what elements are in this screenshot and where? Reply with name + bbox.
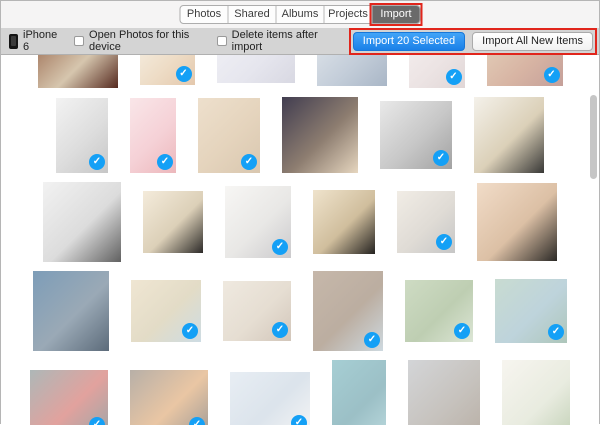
delete-after-import-checkbox[interactable]: [217, 36, 227, 46]
photo-movie-screen[interactable]: ✓: [223, 281, 291, 341]
photo-warm-lights[interactable]: ✓: [140, 55, 195, 85]
photo-couple-seaside[interactable]: [33, 271, 109, 351]
photo-image: [313, 190, 375, 254]
photo-image: [408, 360, 480, 425]
photo-image: [217, 55, 295, 83]
photo-big-ben[interactable]: ✓: [408, 360, 480, 425]
photo-cat-and-feet[interactable]: [477, 183, 557, 261]
photo-food-plates[interactable]: ✓: [313, 271, 383, 351]
device-name: iPhone 6: [23, 29, 64, 53]
photo-mountain-couple[interactable]: ✓: [495, 279, 567, 343]
photo-row: ✓✓: [1, 182, 599, 262]
photo-city-diptych[interactable]: ✓: [230, 372, 310, 425]
photo-image: [282, 97, 358, 173]
selected-check-icon: ✓: [182, 323, 198, 339]
selected-check-icon: ✓: [454, 323, 470, 339]
selected-check-icon: ✓: [241, 154, 257, 170]
photo-red-phone-booths[interactable]: ✓: [30, 370, 108, 425]
selected-check-icon: ✓: [157, 154, 173, 170]
import-toolbar: iPhone 6 Open Photos for this device Del…: [1, 28, 599, 55]
selected-check-icon: ✓: [544, 67, 560, 83]
photo-pink-artwork[interactable]: ✓: [130, 98, 176, 173]
iphone-icon: [9, 34, 18, 49]
photo-row: ✓ ✓ ✓ ✓: [1, 97, 599, 173]
photo-snow-field[interactable]: [317, 55, 387, 86]
import-all-button[interactable]: Import All New Items: [472, 32, 593, 51]
open-photos-label: Open Photos for this device: [89, 29, 217, 53]
open-photos-checkbox[interactable]: [74, 36, 84, 46]
delete-after-import-label: Delete items after import: [232, 29, 345, 53]
photo-bungee-jump[interactable]: ✓: [332, 360, 386, 425]
photo-cat-standing[interactable]: [474, 97, 544, 173]
photo-grid: ✓✓✓✓✓✓✓✓✓✓✓✓✓✓✓✓✓✓✓✓: [1, 55, 599, 425]
photo-image: [33, 271, 109, 351]
annotation-import-buttons: Import 20 Selected Import All New Items: [349, 28, 597, 55]
photo-image: [502, 360, 570, 425]
photo-forest-road[interactable]: ✓: [405, 280, 473, 342]
photo-city-bus[interactable]: ✓: [487, 55, 563, 86]
photo-image: [474, 97, 544, 173]
photo-bed-frame[interactable]: [43, 182, 121, 262]
photo-bw-winter-tree[interactable]: ✓: [56, 98, 108, 173]
selected-check-icon: ✓: [89, 154, 105, 170]
photo-row: ✓ ✓ ✓: [1, 55, 599, 88]
selected-check-icon: ✓: [436, 234, 452, 250]
photo-two-cats[interactable]: ✓: [397, 191, 455, 253]
tab-albums[interactable]: Albums: [277, 6, 325, 23]
photo-overexposed[interactable]: [217, 55, 295, 83]
photo-cats-on-floor[interactable]: ✓: [198, 98, 260, 173]
photo-winter-trees[interactable]: ✓: [409, 55, 465, 88]
tab-import-label: Import: [380, 8, 411, 20]
tab-projects[interactable]: Projects: [325, 6, 373, 23]
photo-cat-in-blanket[interactable]: [282, 97, 358, 173]
photo-camping-tent[interactable]: ✓: [130, 370, 208, 425]
photo-image: [317, 55, 387, 86]
tab-bar: Photos Shared Albums Projects Import: [1, 1, 599, 28]
tab-photos[interactable]: Photos: [181, 6, 229, 23]
selected-check-icon: ✓: [272, 239, 288, 255]
photo-storefront[interactable]: [38, 55, 118, 88]
tab-shared[interactable]: Shared: [229, 6, 277, 23]
photo-row: ✓ ✓ ✓ ✓ ✓: [1, 271, 599, 351]
photo-black-cat-face[interactable]: ✓: [380, 101, 452, 169]
scrollbar-thumb[interactable]: [590, 95, 597, 179]
photo-row: ✓ ✓ ✓ ✓ ✓ ✓: [1, 360, 599, 425]
photo-cat-behind-bars[interactable]: ✓: [225, 186, 291, 258]
photo-cat-looking-up[interactable]: [313, 190, 375, 254]
selected-check-icon: ✓: [548, 324, 564, 340]
photo-image: [43, 182, 121, 262]
photo-image: [38, 55, 118, 88]
selected-check-icon: ✓: [446, 69, 462, 85]
photo-image: [143, 191, 203, 253]
selected-check-icon: ✓: [176, 66, 192, 82]
selected-check-icon: ✓: [272, 322, 288, 338]
selected-check-icon: ✓: [433, 150, 449, 166]
photo-couch-plant[interactable]: ✓: [502, 360, 570, 425]
photo-image: [477, 183, 557, 261]
photo-rainbow-field[interactable]: ✓: [131, 280, 201, 342]
view-tabs: Photos Shared Albums Projects Import: [180, 5, 421, 24]
selected-check-icon: ✓: [364, 332, 380, 348]
import-selected-button[interactable]: Import 20 Selected: [353, 32, 465, 51]
tab-import[interactable]: Import: [373, 6, 420, 23]
photo-fluffy-black-cat[interactable]: [143, 191, 203, 253]
photo-image: [332, 360, 386, 425]
